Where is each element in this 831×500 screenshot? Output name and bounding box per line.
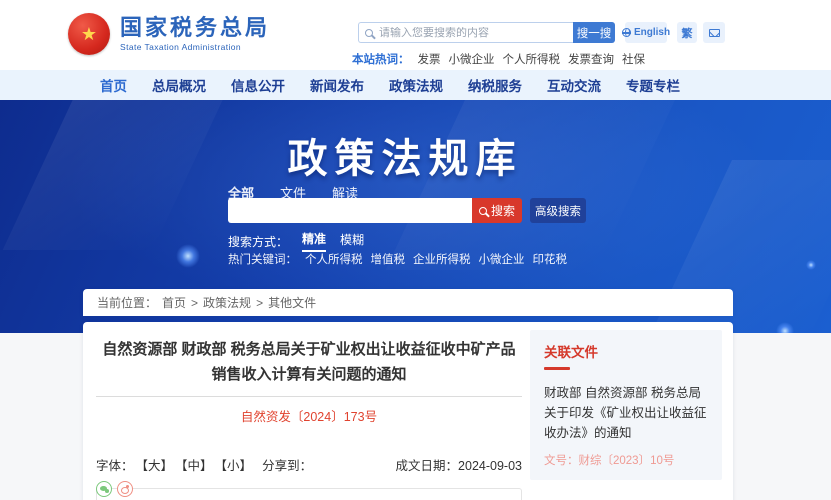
page: ★ 国家税务总局 State Taxation Administration 搜… bbox=[0, 0, 831, 500]
breadcrumb-policies[interactable]: 政策法规 bbox=[203, 294, 251, 311]
wechat-share-icon[interactable] bbox=[96, 481, 112, 497]
document-title: 自然资源部 财政部 税务总局关于矿业权出让收益征收中矿产品销售收入计算有关问题的… bbox=[96, 337, 522, 387]
globe-icon bbox=[622, 28, 631, 37]
english-label: English bbox=[634, 27, 670, 38]
hot-keywords-label: 热门关键词： bbox=[228, 251, 297, 267]
hotwords-label: 本站热词： bbox=[352, 51, 410, 67]
document-meta-row: 字体： 【大】 【中】 【小】 分享到： 成文日期：2024-09-03 bbox=[96, 455, 522, 474]
keyword-link[interactable]: 个人所得税 bbox=[305, 251, 363, 267]
advanced-search-button[interactable]: 高级搜索 bbox=[530, 198, 586, 223]
breadcrumb-home[interactable]: 首页 bbox=[162, 294, 186, 311]
top-header: ★ 国家税务总局 State Taxation Administration 搜… bbox=[0, 0, 831, 70]
policy-search-input[interactable] bbox=[228, 198, 472, 223]
share-label: 分享到： bbox=[262, 455, 312, 474]
share-icons-row bbox=[96, 481, 522, 497]
publish-date-value: 2024-09-03 bbox=[458, 459, 522, 473]
header-search-button[interactable]: 搜一搜 bbox=[573, 22, 615, 43]
nav-item-tax-service[interactable]: 纳税服务 bbox=[468, 75, 522, 95]
search-icon bbox=[365, 29, 373, 37]
nav-item-overview[interactable]: 总局概况 bbox=[152, 75, 206, 95]
hotword-link[interactable]: 小微企业 bbox=[449, 51, 495, 67]
nav-item-disclosure[interactable]: 信息公开 bbox=[231, 75, 285, 95]
nav-item-policies[interactable]: 政策法规 bbox=[389, 75, 443, 95]
policy-search-label: 搜索 bbox=[491, 202, 515, 219]
header-search-input[interactable] bbox=[379, 27, 567, 39]
related-documents-title: 关联文件 bbox=[544, 341, 708, 361]
search-icon bbox=[479, 207, 487, 215]
hotword-link[interactable]: 发票查询 bbox=[568, 51, 614, 67]
related-documents-panel: 关联文件 财政部 自然资源部 税务总局关于印发《矿业权出让收益征收办法》的通知 … bbox=[530, 330, 722, 480]
hotword-link[interactable]: 社保 bbox=[622, 51, 645, 67]
mode-fuzzy[interactable]: 模糊 bbox=[340, 231, 364, 251]
hotword-link[interactable]: 发票 bbox=[418, 51, 441, 67]
hot-keywords-row: 热门关键词： 个人所得税 增值税 企业所得税 小微企业 印花税 bbox=[228, 251, 567, 267]
banner-title: 政策法规库 bbox=[230, 126, 580, 184]
title-divider bbox=[96, 396, 522, 397]
nav-item-home[interactable]: 首页 bbox=[100, 75, 127, 95]
english-button[interactable]: English bbox=[625, 22, 667, 43]
site-hotwords: 本站热词： 发票 小微企业 个人所得税 发票查询 社保 bbox=[352, 51, 645, 67]
header-search-box bbox=[358, 22, 573, 43]
policy-search-button[interactable]: 搜索 bbox=[472, 198, 522, 223]
traditional-chinese-button[interactable]: 繁 bbox=[677, 22, 697, 43]
font-share-controls: 字体： 【大】 【中】 【小】 分享到： bbox=[96, 455, 312, 474]
breadcrumb-label: 当前位置： bbox=[97, 294, 157, 311]
banner-search-row: 搜索 高级搜索 bbox=[228, 198, 586, 223]
font-large-button[interactable]: 【大】 bbox=[136, 455, 174, 474]
banner-glow-dot bbox=[776, 322, 794, 333]
breadcrumb-separator: > bbox=[256, 296, 263, 310]
logo-text: 国家税务总局 State Taxation Administration bbox=[120, 16, 270, 52]
site-logo[interactable]: ★ 国家税务总局 State Taxation Administration bbox=[68, 13, 270, 55]
nav-item-special[interactable]: 专题专栏 bbox=[626, 75, 680, 95]
nav-item-news[interactable]: 新闻发布 bbox=[310, 75, 364, 95]
search-mode-label: 搜索方式： bbox=[228, 233, 288, 250]
related-document-number: 文号：财综〔2023〕10号 bbox=[544, 452, 708, 468]
mail-button[interactable] bbox=[703, 22, 725, 43]
document-main-column: 自然资源部 财政部 税务总局关于矿业权出让收益征收中矿产品销售收入计算有关问题的… bbox=[96, 322, 522, 500]
related-title-underline bbox=[544, 367, 570, 370]
site-title: 国家税务总局 bbox=[120, 16, 270, 40]
main-nav: 首页 总局概况 信息公开 新闻发布 政策法规 纳税服务 互动交流 专题专栏 bbox=[0, 70, 831, 100]
breadcrumb: 当前位置： 首页 > 政策法规 > 其他文件 bbox=[83, 289, 733, 316]
mode-exact[interactable]: 精准 bbox=[302, 230, 326, 252]
site-subtitle: State Taxation Administration bbox=[120, 42, 270, 52]
nav-item-interaction[interactable]: 互动交流 bbox=[547, 75, 601, 95]
banner-glow-dot bbox=[806, 260, 816, 270]
keyword-link[interactable]: 印花税 bbox=[533, 251, 568, 267]
font-small-button[interactable]: 【小】 bbox=[215, 455, 253, 474]
mail-icon bbox=[709, 29, 720, 37]
breadcrumb-separator: > bbox=[191, 296, 198, 310]
keyword-link[interactable]: 增值税 bbox=[371, 251, 406, 267]
main-nav-items: 首页 总局概况 信息公开 新闻发布 政策法规 纳税服务 互动交流 专题专栏 bbox=[100, 70, 680, 100]
search-mode-row: 搜索方式： 精准 模糊 bbox=[228, 230, 364, 252]
keyword-link[interactable]: 小微企业 bbox=[479, 251, 525, 267]
breadcrumb-current: 其他文件 bbox=[268, 294, 316, 311]
hotword-link[interactable]: 个人所得税 bbox=[503, 51, 561, 67]
banner-glow-dot bbox=[176, 244, 200, 268]
font-medium-button[interactable]: 【中】 bbox=[175, 455, 213, 474]
keyword-link[interactable]: 企业所得税 bbox=[413, 251, 471, 267]
banner-decoration bbox=[3, 100, 228, 250]
publish-date: 成文日期：2024-09-03 bbox=[396, 455, 522, 474]
weibo-share-icon[interactable] bbox=[117, 481, 133, 497]
font-size-label: 字体： bbox=[96, 455, 134, 474]
national-emblem-icon: ★ bbox=[68, 13, 110, 55]
related-document-link[interactable]: 财政部 自然资源部 税务总局关于印发《矿业权出让收益征收办法》的通知 bbox=[544, 383, 708, 443]
publish-date-label: 成文日期： bbox=[396, 459, 459, 473]
document-card: 自然资源部 财政部 税务总局关于矿业权出让收益征收中矿产品销售收入计算有关问题的… bbox=[83, 322, 733, 500]
document-number: 自然资发〔2024〕173号 bbox=[96, 406, 522, 425]
